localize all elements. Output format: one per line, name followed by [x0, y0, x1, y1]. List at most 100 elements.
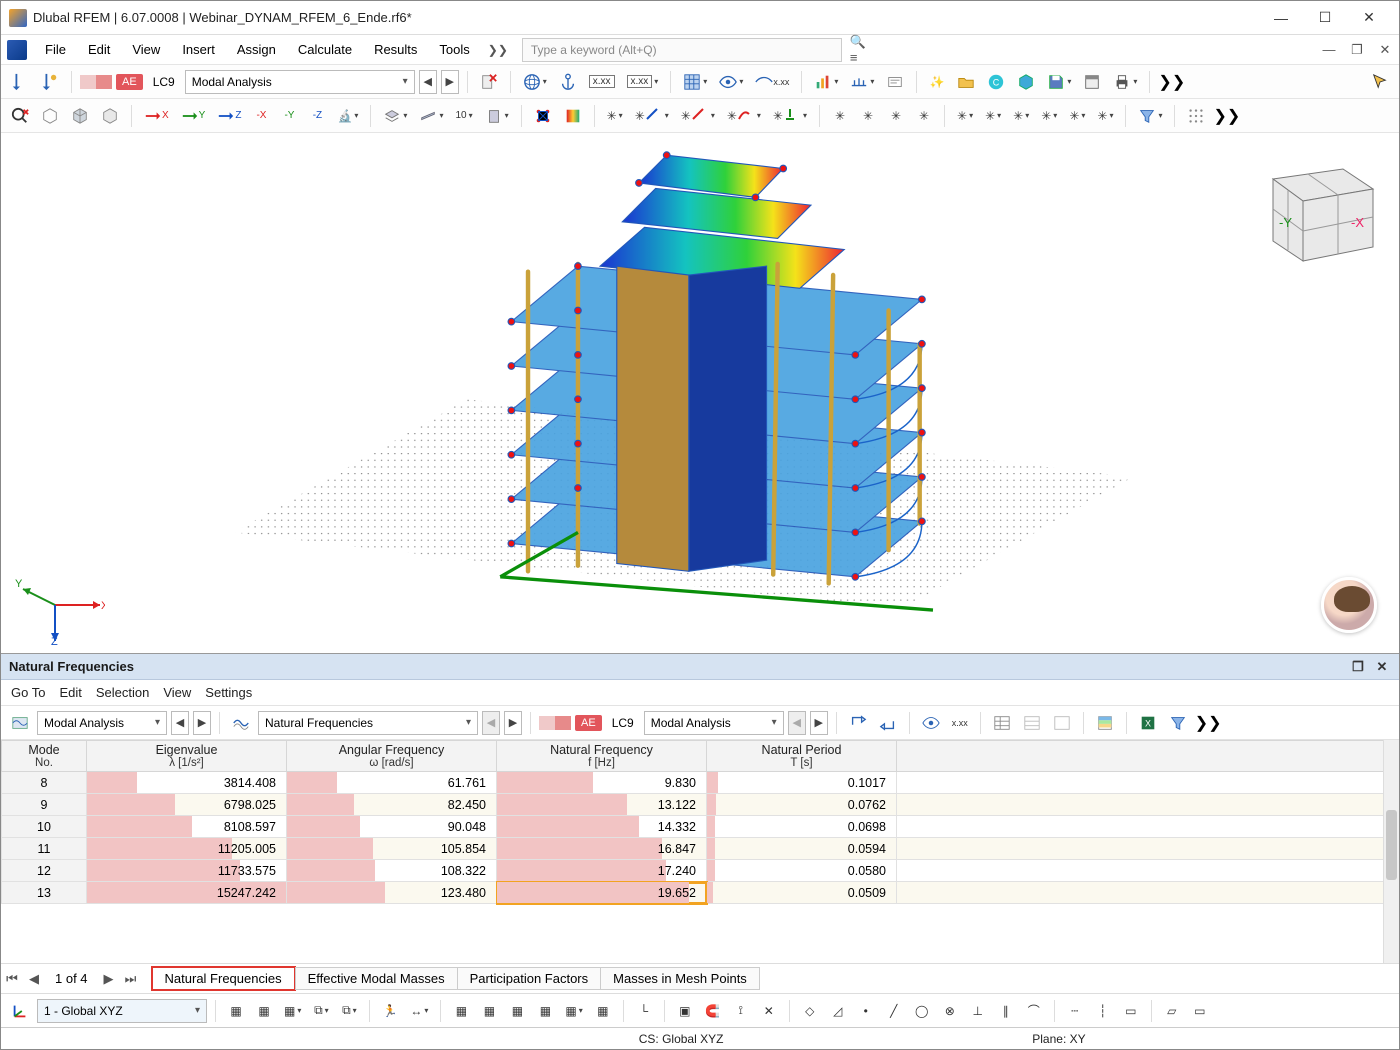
building-icon[interactable]: [481, 103, 513, 129]
block-icon[interactable]: [1013, 69, 1039, 95]
bt-icon-1[interactable]: ▦: [224, 998, 248, 1024]
cell-value[interactable]: 61.761: [287, 772, 497, 794]
plane-b-icon[interactable]: ▭: [1188, 998, 1212, 1024]
col-angfreq[interactable]: Angular Frequencyω [rad/s]: [287, 741, 497, 772]
zoom-cancel-icon[interactable]: [7, 103, 33, 129]
menu-calculate[interactable]: Calculate: [288, 38, 362, 61]
eye-value-icon[interactable]: x.xx: [751, 69, 793, 95]
panel-lc-dd[interactable]: Modal Analysis: [644, 711, 784, 735]
results-anchor-icon[interactable]: [555, 69, 581, 95]
axis-nz-icon[interactable]: -Z: [305, 103, 329, 129]
shape-diamond-icon[interactable]: ◇: [798, 998, 822, 1024]
view-solid-icon[interactable]: [67, 103, 93, 129]
search-input[interactable]: Type a keyword (Alt+Q): [522, 38, 842, 62]
panel-menu-edit[interactable]: Edit: [59, 685, 81, 700]
cell-value[interactable]: 108.322: [287, 860, 497, 882]
menu-tools[interactable]: Tools: [429, 38, 479, 61]
axis-y-icon[interactable]: Y: [177, 103, 210, 129]
bridge-icon[interactable]: [846, 69, 878, 95]
new-line-icon[interactable]: ✳: [677, 103, 719, 129]
sheet-icon[interactable]: [415, 103, 447, 129]
cell-value[interactable]: 0.0762: [707, 794, 897, 816]
cell-value[interactable]: 3814.408: [87, 772, 287, 794]
cell-value[interactable]: 123.480: [287, 882, 497, 904]
panel-analysis-prev[interactable]: ◀: [171, 711, 189, 735]
app-menu-icon[interactable]: [7, 40, 27, 60]
cell-value[interactable]: 11205.005: [87, 838, 287, 860]
table-row[interactable]: 83814.40861.7619.8300.1017: [2, 772, 1399, 794]
menu-view[interactable]: View: [122, 38, 170, 61]
maximize-button[interactable]: ☐: [1303, 3, 1347, 33]
shape-dot-icon[interactable]: •: [854, 998, 878, 1024]
close-button[interactable]: ✕: [1347, 3, 1391, 33]
table-row[interactable]: 96798.02582.45013.1220.0762: [2, 794, 1399, 816]
panel-analysis-icon[interactable]: [7, 710, 33, 736]
panel-result-prev[interactable]: ◀: [482, 711, 500, 735]
panel-close-icon[interactable]: ✕: [1375, 40, 1395, 60]
axis-ny-icon[interactable]: -Y: [277, 103, 301, 129]
cell-value[interactable]: 9.830: [497, 772, 707, 794]
panel-tbl1-icon[interactable]: [989, 710, 1015, 736]
results-table[interactable]: ModeNo. Eigenvalueλ [1/s²] Angular Frequ…: [1, 740, 1399, 904]
cell-value[interactable]: 15247.242: [87, 882, 287, 904]
col-eigen[interactable]: Eigenvalueλ [1/s²]: [87, 741, 287, 772]
guide-h-icon[interactable]: ┄: [1063, 998, 1087, 1024]
search-advanced-icon[interactable]: 🔍≡: [850, 40, 870, 60]
panel-menu-view[interactable]: View: [163, 685, 191, 700]
cell-value[interactable]: 16.847: [497, 838, 707, 860]
grid-dots-icon[interactable]: [1183, 103, 1209, 129]
panel-menu-selection[interactable]: Selection: [96, 685, 149, 700]
table-scrollbar[interactable]: [1383, 740, 1399, 963]
panel-result-next[interactable]: ▶: [504, 711, 522, 735]
pager-next[interactable]: ▶: [98, 971, 120, 987]
loadcase-dropdown[interactable]: Modal Analysis: [185, 70, 415, 94]
panel-tb-overflow[interactable]: ❯❯: [1195, 713, 1222, 733]
guide-box-icon[interactable]: ▭: [1119, 998, 1143, 1024]
table-row[interactable]: 108108.59790.04814.3320.0698: [2, 816, 1399, 838]
new-node-icon[interactable]: ✳: [603, 103, 627, 129]
project-icon[interactable]: [1079, 69, 1105, 95]
panel-color-icon[interactable]: [1092, 710, 1118, 736]
select-arrow-icon[interactable]: [1367, 69, 1393, 95]
delete-results-icon[interactable]: [476, 69, 502, 95]
panel-tbl2-icon[interactable]: [1019, 710, 1045, 736]
bt-icon-5[interactable]: ⧉: [337, 998, 361, 1024]
panel-eye-val-icon[interactable]: x.xx: [948, 710, 972, 736]
star-g2-icon[interactable]: ✳: [856, 103, 880, 129]
tab-effective-modal-masses[interactable]: Effective Modal Masses: [295, 967, 458, 990]
cell-mode[interactable]: 11: [2, 838, 87, 860]
panel-close-icon[interactable]: ✕: [1373, 658, 1391, 676]
snap-cross-icon[interactable]: ✕: [757, 998, 781, 1024]
design-situation-swatch[interactable]: [80, 75, 112, 89]
mesh-nodes-icon[interactable]: [530, 103, 556, 129]
bt-seq-icon[interactable]: ↔: [406, 998, 432, 1024]
bt-grid3[interactable]: ▦: [505, 998, 529, 1024]
results-value-icon[interactable]: x.xx: [585, 69, 619, 95]
star-g4-icon[interactable]: ✳: [912, 103, 936, 129]
bt-grid1[interactable]: ▦: [449, 998, 473, 1024]
panel-excel-icon[interactable]: X: [1135, 710, 1161, 736]
pager-last[interactable]: ⏭: [120, 971, 142, 987]
axis-z-icon[interactable]: Z: [213, 103, 245, 129]
star-h3-icon[interactable]: ✳: [1009, 103, 1033, 129]
menu-insert[interactable]: Insert: [172, 38, 225, 61]
toolbar1-overflow[interactable]: ❯❯: [1158, 72, 1185, 92]
panel-tbl3-icon[interactable]: [1049, 710, 1075, 736]
cell-value[interactable]: 0.1017: [707, 772, 897, 794]
view-deformed-icon[interactable]: [37, 69, 63, 95]
coord-system-dd[interactable]: 1 - Global XYZ: [37, 999, 207, 1023]
shape-intersect-icon[interactable]: ⊗: [938, 998, 962, 1024]
nav-cube[interactable]: -X -Y: [1243, 149, 1383, 269]
bt-icon-3[interactable]: ▦: [280, 998, 305, 1024]
cell-value[interactable]: 0.0594: [707, 838, 897, 860]
menu-assign[interactable]: Assign: [227, 38, 286, 61]
minimize-button[interactable]: —: [1259, 3, 1303, 33]
cell-mode[interactable]: 8: [2, 772, 87, 794]
panel-analysis-dd[interactable]: Modal Analysis: [37, 711, 167, 735]
bt-grid5[interactable]: ▦: [561, 998, 586, 1024]
cell-value[interactable]: 8108.597: [87, 816, 287, 838]
menu-results[interactable]: Results: [364, 38, 427, 61]
bt-grid6[interactable]: ▦: [591, 998, 615, 1024]
new-arc-icon[interactable]: ✳: [723, 103, 765, 129]
pager-prev[interactable]: ◀: [23, 971, 45, 987]
